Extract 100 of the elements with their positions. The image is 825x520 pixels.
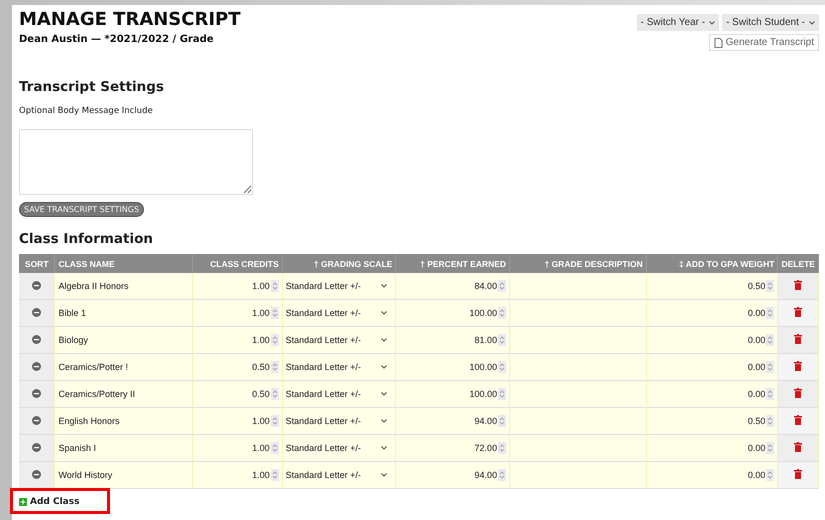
switch-dropdown[interactable]: - Switch Year -	[636, 14, 720, 31]
percent-value[interactable]: 84.00	[474, 281, 498, 291]
spinner-icon[interactable]	[498, 307, 506, 319]
spinner-icon[interactable]	[766, 307, 774, 319]
spinner-icon[interactable]	[498, 415, 506, 427]
plus-icon	[19, 498, 27, 506]
gpa-weight-value[interactable]: 0.00	[748, 335, 766, 345]
spinner-icon[interactable]	[270, 361, 279, 373]
spinner-icon[interactable]	[498, 361, 506, 373]
add-class-link[interactable]: Add Class	[19, 497, 80, 507]
spinner-icon[interactable]	[498, 442, 506, 454]
credits-value[interactable]: 1.00	[252, 335, 270, 345]
percent-value[interactable]: 100.00	[470, 308, 498, 318]
class-name-cell[interactable]: Biology	[54, 326, 192, 354]
gpa-weight-value[interactable]: 0.00	[748, 389, 766, 399]
generate-transcript-button[interactable]: Generate Transcript	[708, 34, 819, 51]
spinner-icon[interactable]	[498, 334, 506, 346]
sort-handle-icon[interactable]	[32, 362, 42, 370]
sort-handle-icon[interactable]	[32, 308, 42, 316]
caret-icon	[809, 20, 815, 24]
sort-handle-icon[interactable]	[32, 388, 42, 398]
credits-value[interactable]: 1.00	[252, 308, 270, 318]
gpa-weight-value[interactable]: 0.00	[748, 308, 766, 318]
spinner-icon[interactable]	[270, 388, 279, 400]
percent-value[interactable]: 94.00	[474, 470, 498, 480]
caret-icon	[381, 419, 388, 423]
spinner-icon[interactable]	[766, 388, 774, 400]
sort-handle-icon[interactable]	[32, 280, 42, 290]
credits-value[interactable]: 1.00	[252, 443, 270, 453]
spinner-icon[interactable]	[270, 442, 279, 454]
spinner-icon[interactable]	[766, 361, 774, 373]
spinner-icon[interactable]	[498, 280, 506, 292]
percent-value[interactable]: 94.00	[474, 416, 498, 426]
credits-value[interactable]: 1.00	[252, 416, 270, 426]
spinner-icon[interactable]	[270, 334, 279, 346]
trash-icon[interactable]	[794, 307, 802, 317]
column-header: CLASS NAME	[54, 254, 192, 273]
column-header: † GRADE DESCRIPTION	[510, 254, 646, 273]
message-field[interactable]	[19, 129, 253, 195]
trash-icon[interactable]	[794, 469, 802, 479]
trash-icon[interactable]	[794, 334, 802, 344]
spinner-icon[interactable]	[270, 415, 279, 427]
sort-handle-icon[interactable]	[32, 334, 42, 344]
class-name-cell[interactable]: Spanish I	[54, 434, 192, 462]
percent-value[interactable]: 100.00	[470, 389, 498, 399]
student-subtitle: Dean Austin — *2021/2022 / Grade	[19, 34, 215, 45]
column-header: SORT	[19, 254, 55, 273]
spinner-icon[interactable]	[498, 469, 506, 481]
gpa-weight-value[interactable]: 0.50	[748, 281, 766, 291]
sort-handle-icon[interactable]	[32, 416, 42, 424]
sort-handle-icon[interactable]	[32, 442, 42, 452]
class-name-cell[interactable]: Algebra II Honors	[54, 273, 192, 300]
caret-icon	[381, 446, 388, 450]
switch-dropdown[interactable]: - Switch Student -	[722, 14, 819, 31]
spinner-icon[interactable]	[766, 280, 774, 292]
trash-icon[interactable]	[794, 415, 802, 425]
percent-value[interactable]: 72.00	[474, 443, 498, 453]
percent-value[interactable]: 100.00	[470, 362, 498, 372]
class-name-cell[interactable]: English Honors	[54, 408, 192, 434]
caret-icon	[381, 338, 388, 342]
spinner-icon[interactable]	[270, 469, 279, 481]
credits-value[interactable]: 1.00	[252, 281, 270, 291]
column-header: ‡ ADD TO GPA WEIGHT	[646, 254, 778, 273]
caret-icon	[381, 311, 388, 315]
column-header: † GRADING SCALE	[282, 254, 396, 273]
caret-icon	[381, 284, 388, 288]
spinner-icon[interactable]	[766, 334, 774, 346]
spinner-icon[interactable]	[270, 280, 279, 292]
page-title: MANAGE TRANSCRIPT	[19, 9, 241, 31]
spinner-icon[interactable]	[498, 388, 506, 400]
column-header: CLASS CREDITS	[192, 254, 282, 273]
gpa-weight-value[interactable]: 0.00	[748, 362, 766, 372]
percent-value[interactable]: 81.00	[474, 335, 498, 345]
trash-icon[interactable]	[794, 388, 802, 398]
gpa-weight-value[interactable]: 0.00	[748, 470, 766, 480]
spinner-icon[interactable]	[766, 442, 774, 454]
caret-icon	[709, 20, 716, 24]
sort-handle-icon[interactable]	[32, 470, 42, 478]
spinner-icon[interactable]	[766, 469, 774, 481]
trash-icon[interactable]	[794, 361, 802, 371]
class-name-cell[interactable]: Bible 1	[54, 300, 192, 326]
trash-icon[interactable]	[794, 442, 802, 452]
document-icon	[714, 38, 723, 48]
field-label: Optional Body Message Include	[19, 106, 154, 116]
trash-icon[interactable]	[794, 280, 802, 290]
class-name-cell[interactable]: Ceramics/Pottery II	[54, 380, 192, 408]
spinner-icon[interactable]	[270, 307, 279, 319]
gpa-weight-value[interactable]: 0.00	[748, 443, 766, 453]
caret-icon	[381, 473, 388, 477]
credits-value[interactable]: 0.50	[252, 362, 270, 372]
credits-value[interactable]: 1.00	[252, 470, 270, 480]
spinner-icon[interactable]	[766, 415, 774, 427]
column-header: † PERCENT EARNED	[396, 254, 510, 273]
save-settings-button[interactable]: SAVE TRANSCRIPT SETTINGS	[19, 202, 144, 217]
credits-value[interactable]: 0.50	[252, 389, 270, 399]
section-heading: Transcript Settings	[19, 79, 165, 95]
caret-icon	[381, 392, 388, 396]
gpa-weight-value[interactable]: 0.50	[748, 416, 766, 426]
class-name-cell[interactable]: World History	[54, 462, 192, 488]
class-name-cell[interactable]: Ceramics/Potter !	[54, 354, 192, 380]
